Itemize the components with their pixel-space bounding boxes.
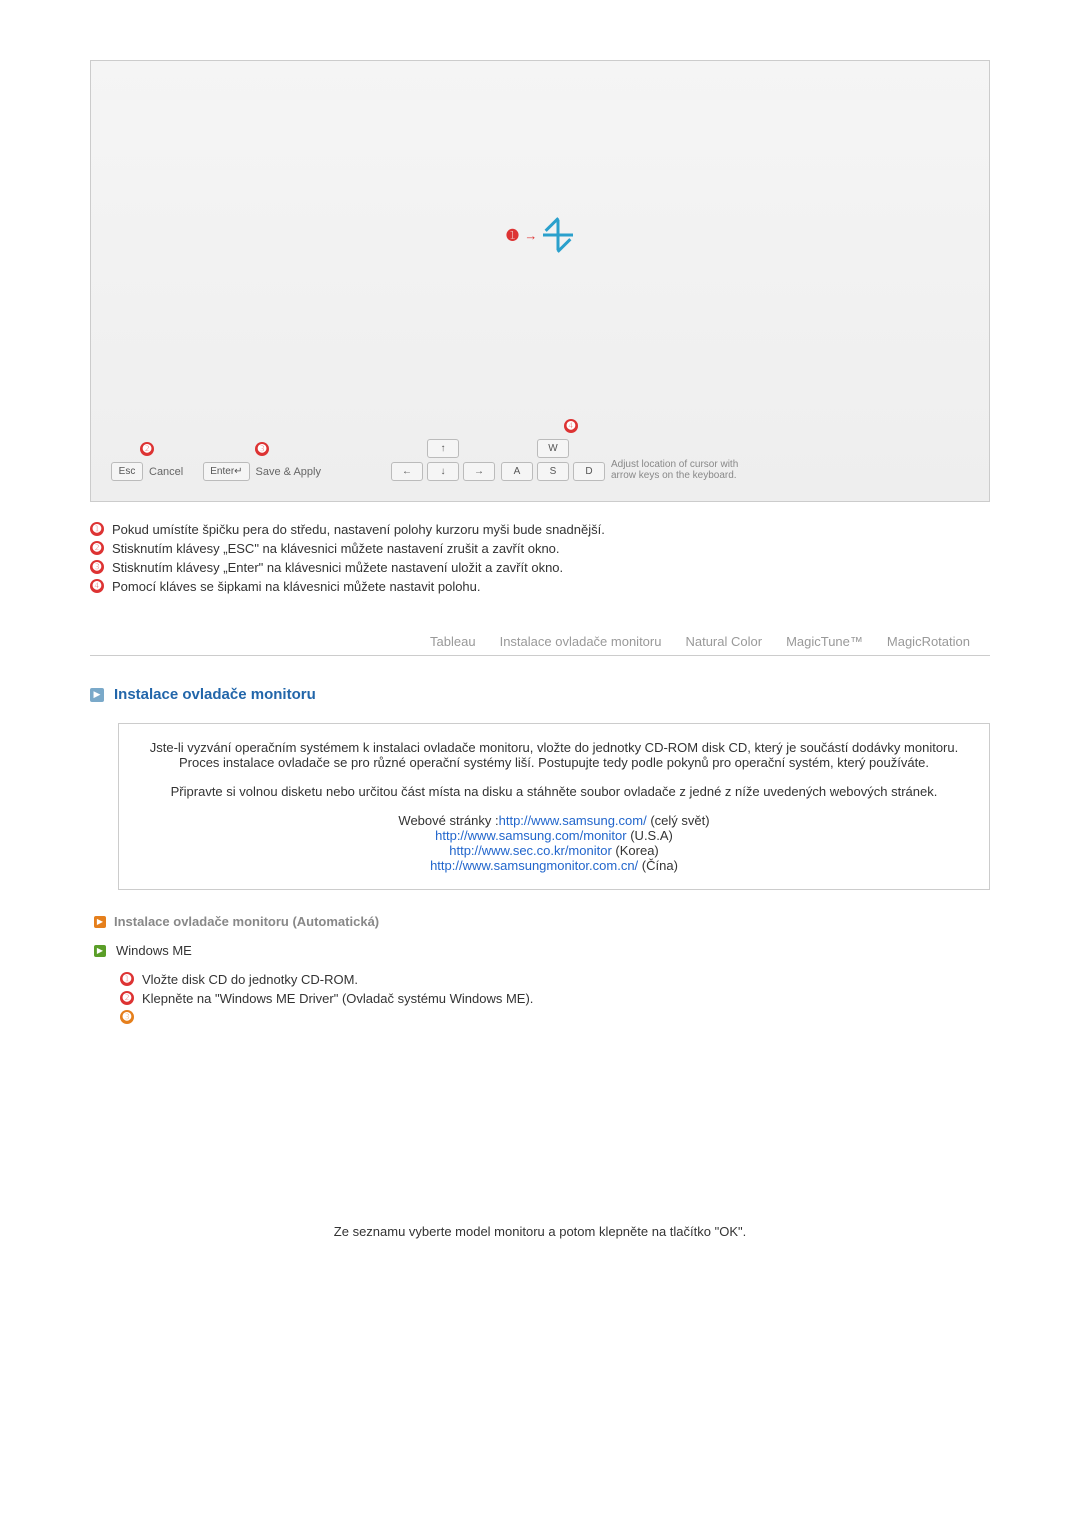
calibration-instructions-list: ➊ Pokud umístíte špičku pera do středu, … <box>90 522 990 594</box>
info-para-2: Připravte si volnou disketu nebo určitou… <box>139 784 969 799</box>
bullet-1-badge: ➊ <box>90 522 104 536</box>
info-para-1: Jste-li vyzvání operačním systémem k ins… <box>139 740 969 770</box>
step-1-text: Vložte disk CD do jednotky CD-ROM. <box>142 972 358 987</box>
crosshair-icon <box>543 220 573 250</box>
bullet-4-badge: ➍ <box>90 579 104 593</box>
bullet-2-badge: ➋ <box>90 541 104 555</box>
step-1-badge: ➊ <box>120 972 134 986</box>
orange-bullet-icon: ▶ <box>94 916 106 928</box>
s-key[interactable]: S <box>537 462 569 481</box>
link-samsung-china-suffix: (Čína) <box>638 858 678 873</box>
web-links: Webové stránky :http://www.samsung.com/ … <box>139 813 969 873</box>
cancel-group: ➋ Esc Cancel <box>111 442 183 481</box>
tab-magictune[interactable]: MagicTune™ <box>786 634 863 649</box>
step-3-badge: ➌ <box>120 1010 134 1024</box>
link-samsung-global[interactable]: http://www.samsung.com/ <box>499 813 647 828</box>
auto-install-header: ▶ Instalace ovladače monitoru (Automatic… <box>94 914 990 929</box>
bullet-3-badge: ➌ <box>90 560 104 574</box>
d-key[interactable]: D <box>573 462 605 481</box>
link-sec-korea-suffix: (Korea) <box>612 843 659 858</box>
step-2-badge: ➋ <box>120 991 134 1005</box>
tab-natural-color[interactable]: Natural Color <box>685 634 762 649</box>
enter-key[interactable]: Enter↵ <box>203 462 249 481</box>
web-label: Webové stránky : <box>398 813 498 828</box>
marker-4-badge: ➍ <box>564 419 578 433</box>
tab-instalace[interactable]: Instalace ovladače monitoru <box>500 634 662 649</box>
arrow-right-icon: → <box>524 228 537 243</box>
os-title: Windows ME <box>116 943 192 958</box>
right-arrow-key[interactable]: → <box>463 462 495 481</box>
os-header: ▶ Windows ME <box>94 943 990 958</box>
esc-key[interactable]: Esc <box>111 462 143 481</box>
cancel-label: Cancel <box>149 466 183 478</box>
link-samsung-usa-suffix: (U.S.A) <box>627 828 673 843</box>
install-steps: ➊ Vložte disk CD do jednotky CD-ROM. ➋ K… <box>120 972 990 1024</box>
down-arrow-key[interactable]: ↓ <box>427 462 459 481</box>
a-key[interactable]: A <box>501 462 533 481</box>
calibration-footer: ➋ Esc Cancel ➌ Enter↵ Save & Apply ➍ ↑ <box>91 409 989 501</box>
auto-install-title: Instalace ovladače monitoru (Automatická… <box>114 914 379 929</box>
link-samsung-usa[interactable]: http://www.samsung.com/monitor <box>435 828 626 843</box>
save-apply-label: Save & Apply <box>256 466 321 478</box>
link-samsung-global-suffix: (celý svět) <box>647 813 710 828</box>
green-bullet-icon: ▶ <box>94 945 106 957</box>
up-arrow-key[interactable]: ↑ <box>427 439 459 458</box>
save-group: ➌ Enter↵ Save & Apply <box>203 442 321 481</box>
driver-info-box: Jste-li vyzvání operačním systémem k ins… <box>118 723 990 890</box>
section-arrow-icon: ▶ <box>90 688 104 702</box>
section-title: Instalace ovladače monitoru <box>114 686 316 703</box>
footnote-text: Ze seznamu vyberte model monitoru a poto… <box>90 1224 990 1239</box>
w-key[interactable]: W <box>537 439 569 458</box>
bullet-3-text: Stisknutím klávesy „Enter" na klávesnici… <box>112 560 563 575</box>
bullet-4-text: Pomocí kláves se šipkami na klávesnici m… <box>112 579 481 594</box>
left-arrow-key[interactable]: ← <box>391 462 423 481</box>
bullet-1-text: Pokud umístíte špičku pera do středu, na… <box>112 522 605 537</box>
marker-3-badge: ➌ <box>255 442 269 456</box>
tab-magicrotation[interactable]: MagicRotation <box>887 634 970 649</box>
calibration-panel: ➊ → ➋ Esc Cancel ➌ Enter↵ Save <box>90 60 990 502</box>
arrow-keys-group: ➍ ↑ ← ↓ → W A S <box>391 419 751 481</box>
step-2-text: Klepněte na "Windows ME Driver" (Ovladač… <box>142 991 533 1006</box>
link-sec-korea[interactable]: http://www.sec.co.kr/monitor <box>449 843 612 858</box>
tabs-row: Tableau Instalace ovladače monitoru Natu… <box>90 634 990 656</box>
marker-2-badge: ➋ <box>140 442 154 456</box>
link-samsung-china[interactable]: http://www.samsungmonitor.com.cn/ <box>430 858 638 873</box>
marker-1-badge: ➊ <box>507 227 519 244</box>
tab-tableau[interactable]: Tableau <box>430 634 476 649</box>
section-header: ▶ Instalace ovladače monitoru <box>90 686 990 703</box>
adjust-hint-text: Adjust location of cursor with arrow key… <box>611 459 751 481</box>
bullet-2-text: Stisknutím klávesy „ESC" na klávesnici m… <box>112 541 560 556</box>
calibration-canvas: ➊ → <box>91 61 989 409</box>
